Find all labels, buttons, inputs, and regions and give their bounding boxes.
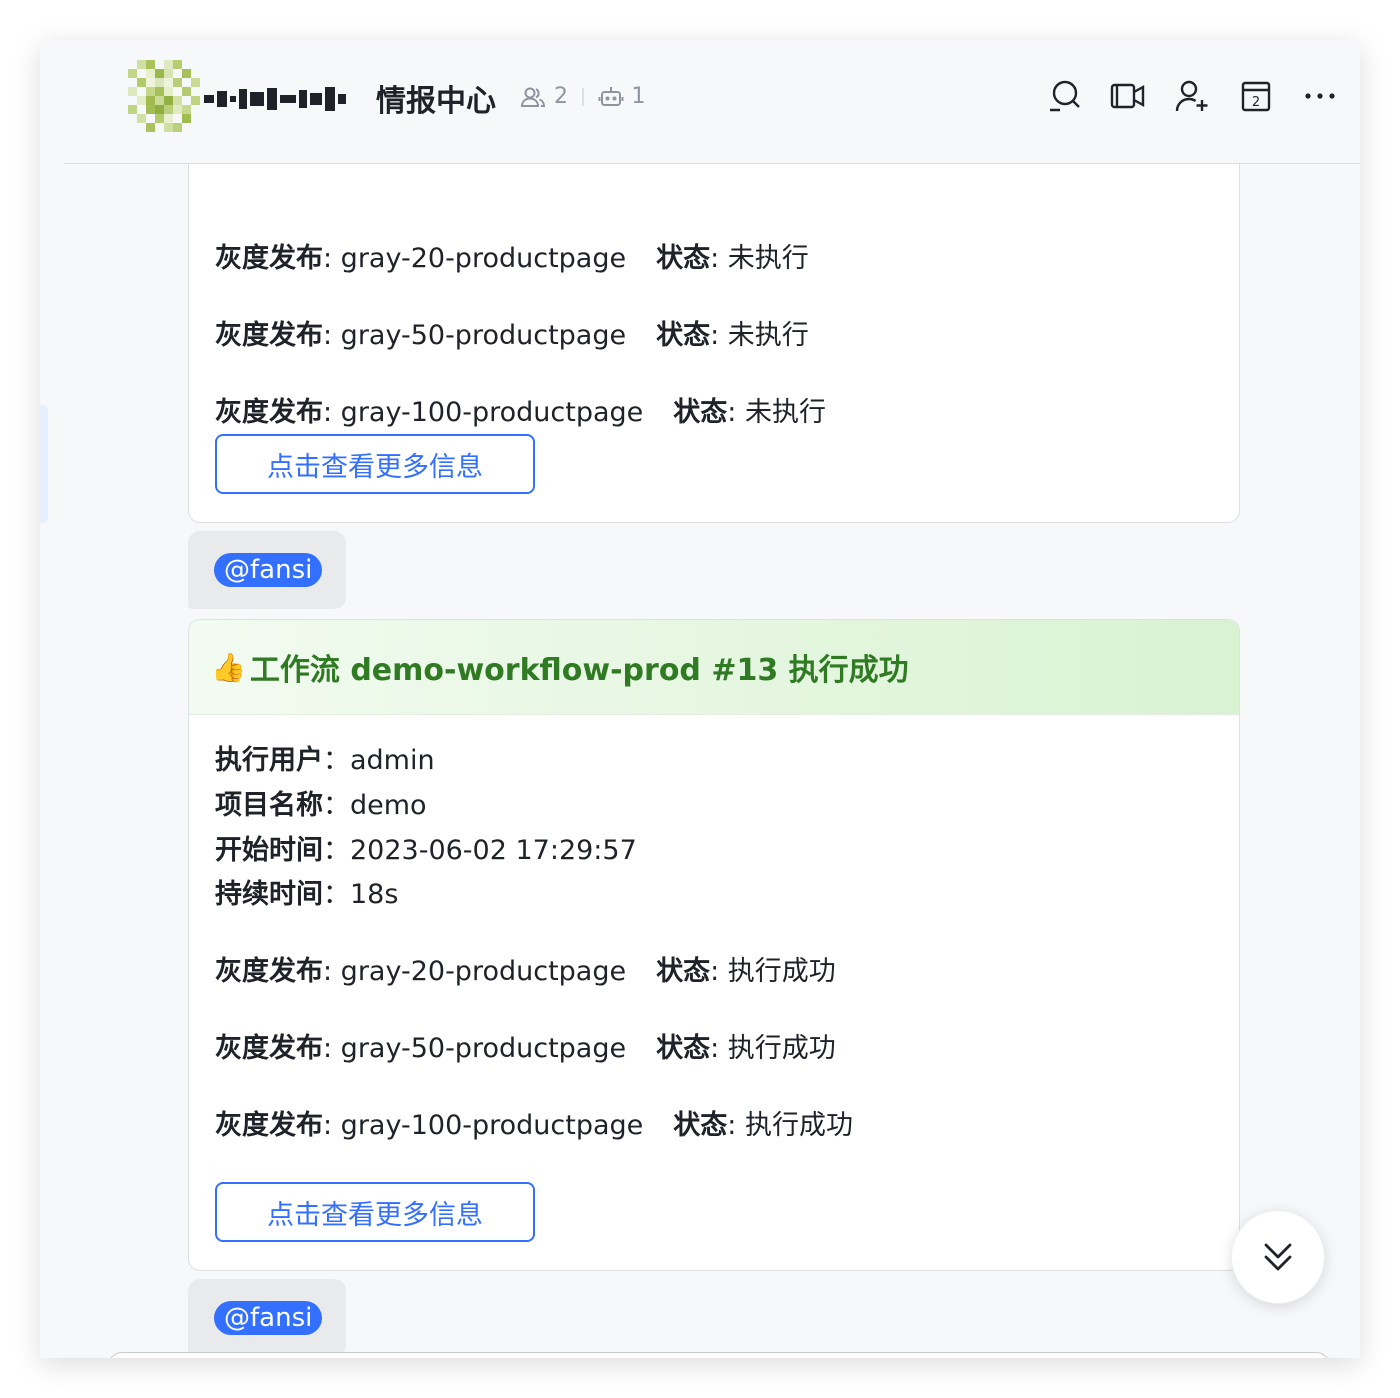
mention-message: @fansi [188, 1279, 346, 1357]
add-member-button[interactable] [1174, 78, 1210, 114]
member-count: 2 [554, 84, 568, 109]
next-message-card [108, 1352, 1330, 1358]
thumbs-up-icon: 👍 [211, 650, 246, 684]
header-toolbar: 2 [1046, 78, 1338, 114]
info-project: 项目名称：demo [215, 790, 427, 821]
gray-release-row: 灰度发布: gray-50-productpage 状态: 执行成功 [215, 1033, 836, 1064]
more-icon [1305, 93, 1335, 99]
group-title: 情报中心 [376, 84, 496, 119]
sidebar-selection-indicator [40, 405, 48, 523]
calendar-day: 2 [1252, 95, 1260, 110]
gray-release-row: 灰度发布: gray-20-productpage 状态: 执行成功 [215, 956, 836, 987]
card-header: 👍 工作流 demo-workflow-prod #13 执行成功 [189, 620, 1239, 715]
calendar-icon: 2 [1241, 81, 1271, 112]
scroll-to-bottom-button[interactable] [1231, 1210, 1325, 1304]
view-more-button[interactable]: 点击查看更多信息 [215, 1182, 535, 1242]
meta-divider [582, 87, 584, 106]
bot-icon[interactable] [598, 85, 624, 109]
gray-release-row: 灰度发布: gray-100-productpage 状态: 执行成功 [215, 1110, 853, 1141]
video-call-button[interactable] [1110, 78, 1146, 114]
calendar-button[interactable]: 2 [1238, 78, 1274, 114]
group-avatar[interactable] [128, 60, 200, 132]
chat-window: 灰度发布: gray-20-productpage 状态: 未执行 灰度发布: g… [40, 40, 1360, 1358]
gray-release-row: 灰度发布: gray-50-productpage 状态: 未执行 [215, 320, 809, 351]
search-button[interactable] [1046, 78, 1082, 114]
bot-count: 1 [631, 84, 646, 109]
mention-message: @fansi [188, 531, 346, 609]
members-icon[interactable] [520, 85, 546, 109]
chat-header: 情报中心 2 1 2 [64, 40, 1360, 164]
view-more-button[interactable]: 点击查看更多信息 [215, 434, 535, 494]
info-duration: 持续时间：18s [215, 879, 399, 910]
double-chevron-down-icon [1264, 1243, 1292, 1271]
mention-tag[interactable]: @fansi [214, 1301, 323, 1335]
info-executor: 执行用户：admin [215, 745, 435, 776]
info-start-time: 开始时间：2023-06-02 17:29:57 [215, 835, 637, 866]
mention-tag[interactable]: @fansi [214, 553, 323, 587]
redacted-group-name [204, 86, 364, 112]
workflow-card-success: 👍 工作流 demo-workflow-prod #13 执行成功 执行用户：a… [188, 619, 1240, 1271]
add-member-icon [1175, 80, 1208, 112]
gray-release-row: 灰度发布: gray-100-productpage 状态: 未执行 [215, 397, 826, 428]
gray-release-row: 灰度发布: gray-20-productpage 状态: 未执行 [215, 243, 809, 274]
video-call-icon [1110, 83, 1145, 109]
message-feed: 灰度发布: gray-20-productpage 状态: 未执行 灰度发布: g… [64, 40, 1360, 1358]
group-meta: 2 1 [520, 84, 646, 109]
search-icon [1050, 80, 1080, 112]
more-options-button[interactable] [1302, 78, 1338, 114]
card-title: 工作流 demo-workflow-prod #13 执行成功 [249, 653, 909, 688]
